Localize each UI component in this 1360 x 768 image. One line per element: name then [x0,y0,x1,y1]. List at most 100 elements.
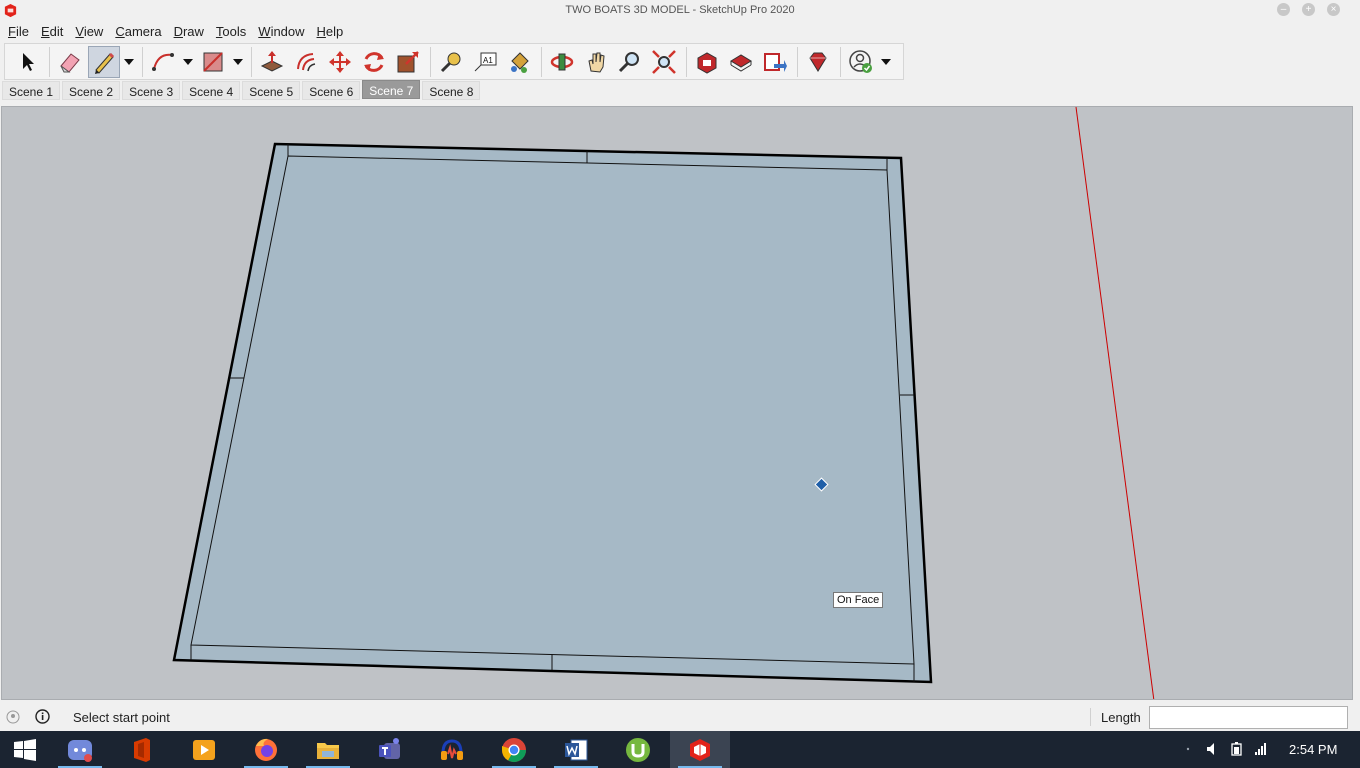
pan-tool-button[interactable] [580,46,612,78]
scene-tab-1[interactable]: Scene 1 [2,81,61,100]
menu-draw[interactable]: Draw [168,22,210,42]
discord-icon [68,739,92,762]
zoom-icon [618,51,639,72]
audacity-icon [441,738,463,760]
offset-icon [297,52,316,71]
arc-tool-dropdown[interactable] [181,46,195,78]
ruby-extension-icon [809,52,827,72]
orbit-icon [550,53,574,70]
menu-camera[interactable]: Camera [109,22,167,42]
orbit-tool-button[interactable] [546,46,578,78]
scene-tab-3[interactable]: Scene 3 [122,81,181,100]
taskbar-firefox[interactable] [236,731,296,768]
offset-tool-button[interactable] [290,46,322,78]
push-pull-tool-button[interactable] [256,46,288,78]
taskbar-sketchup[interactable] [670,731,730,768]
tape-measure-tool-button[interactable] [435,46,467,78]
battery-icon[interactable] [1229,741,1245,757]
close-button[interactable]: × [1327,3,1340,16]
rectangle-tool-dropdown[interactable] [231,46,245,78]
office-icon [134,737,150,762]
paint-bucket-icon [511,51,529,73]
taskbar-word[interactable] [546,731,606,768]
tape-measure-icon [440,52,461,72]
select-tool-button[interactable] [11,46,43,78]
title-bar: TWO BOATS 3D MODEL - SketchUp Pro 2020 –… [0,0,1360,22]
line-tool-dropdown[interactable] [122,46,136,78]
account-icon [849,49,872,73]
menu-window[interactable]: Window [252,22,310,42]
scene-tab-2[interactable]: Scene 2 [62,81,121,100]
zoom-extents-icon [652,49,676,74]
scene-tab-8[interactable]: Scene 8 [422,81,481,100]
menu-file[interactable]: File [2,22,35,42]
eraser-tool-button[interactable] [54,46,86,78]
taskbar-discord[interactable] [50,731,110,768]
viewport-right-border [1353,106,1360,700]
text-tool-button[interactable]: A1 [469,46,501,78]
rectangle-icon [203,51,223,72]
taskbar-utorrent[interactable] [608,731,668,768]
red-axis [1075,107,1155,699]
toolbar-separator [686,46,687,77]
minimize-button[interactable]: – [1277,3,1290,16]
scene-tab-7[interactable]: Scene 7 [362,80,421,99]
model-face[interactable] [172,142,933,684]
line-tool-button[interactable] [88,45,120,78]
rotate-tool-button[interactable] [358,46,390,78]
word-icon [565,739,588,760]
taskbar-chrome[interactable] [484,731,544,768]
zoom-tool-button[interactable] [614,46,646,78]
taskbar-teams[interactable] [360,731,420,768]
show-hidden-icons-icon[interactable] [1183,741,1193,757]
menu-edit[interactable]: Edit [35,22,69,42]
arc-tool-button[interactable] [147,46,179,78]
modeling-viewport[interactable]: On Face [1,106,1353,700]
3d-warehouse-button[interactable] [691,46,723,78]
rectangle-tool-button[interactable] [197,46,229,78]
scene-tabs: Scene 1 Scene 2 Scene 3 Scene 4 Scene 5 … [2,80,481,101]
status-bar: Select start point Length [0,703,1360,731]
pan-hand-icon [588,52,605,73]
scene-tab-4[interactable]: Scene 4 [182,81,241,100]
geolocation-icon[interactable] [6,710,20,724]
scale-tool-button[interactable] [392,46,424,78]
taskbar-media-player[interactable] [174,731,234,768]
push-pull-icon [260,50,284,72]
scene-tab-5[interactable]: Scene 5 [242,81,301,100]
scale-icon [397,50,419,72]
arc-icon [152,52,174,71]
ruby-extension-button[interactable] [802,46,834,78]
taskbar-clock[interactable]: 2:54 PM [1289,742,1337,757]
rotate-icon [364,51,384,72]
network-signal-icon[interactable] [1253,741,1269,757]
send-to-layout-button[interactable] [759,46,791,78]
volume-icon[interactable] [1205,741,1221,757]
account-button[interactable] [845,46,877,78]
taskbar-audacity[interactable] [422,731,482,768]
paint-bucket-tool-button[interactable] [503,46,535,78]
measurements-input[interactable] [1149,706,1348,729]
extension-warehouse-button[interactable] [725,46,757,78]
menu-help[interactable]: Help [311,22,350,42]
sketchup-icon [690,738,710,761]
menu-view[interactable]: View [69,22,109,42]
account-dropdown[interactable] [879,46,893,78]
instructor-info-icon[interactable] [35,709,50,724]
status-message: Select start point [73,710,170,725]
toolbar-separator [430,46,431,77]
inference-tooltip: On Face [833,592,884,608]
model-canvas[interactable] [2,107,1353,700]
scene-tab-6[interactable]: Scene 6 [302,81,361,100]
layout-send-icon [764,52,787,72]
maximize-button[interactable]: + [1302,3,1315,16]
taskbar-office[interactable] [112,731,172,768]
3d-warehouse-icon [697,51,717,74]
start-button[interactable] [0,731,55,768]
taskbar-file-explorer[interactable] [298,731,358,768]
toolbar-separator [541,46,542,77]
toolbar-separator [797,46,798,77]
zoom-extents-tool-button[interactable] [648,46,680,78]
move-tool-button[interactable] [324,46,356,78]
menu-tools[interactable]: Tools [210,22,252,42]
